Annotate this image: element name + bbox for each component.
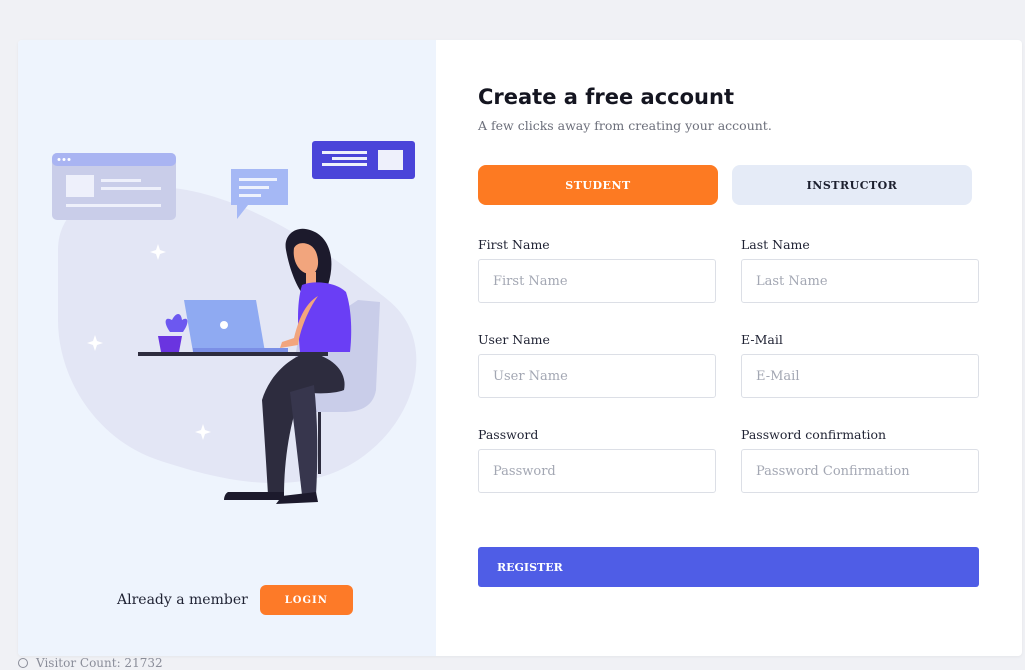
web-window-icon bbox=[52, 153, 176, 220]
password-input[interactable] bbox=[478, 449, 716, 493]
desk bbox=[138, 352, 328, 356]
register-card: Already a member LOGIN Create a free acc… bbox=[18, 40, 1022, 656]
last-name-label: Last Name bbox=[741, 237, 810, 252]
password-confirmation-label: Password confirmation bbox=[741, 427, 887, 442]
register-form: Create a free account A few clicks away … bbox=[436, 40, 1022, 656]
already-member-row: Already a member LOGIN bbox=[117, 585, 353, 615]
email-input[interactable] bbox=[741, 354, 979, 398]
user-name-label: User Name bbox=[478, 332, 550, 347]
email-label: E-Mail bbox=[741, 332, 783, 347]
visitor-count-text: Visitor Count: 21732 bbox=[36, 656, 163, 670]
first-name-input[interactable] bbox=[478, 259, 716, 303]
user-name-input[interactable] bbox=[478, 354, 716, 398]
visitor-count: Visitor Count: 21732 bbox=[18, 656, 163, 670]
message-card-icon bbox=[312, 141, 415, 179]
password-label: Password bbox=[478, 427, 539, 442]
page-title: Create a free account bbox=[478, 85, 734, 109]
register-button[interactable]: REGISTER bbox=[478, 547, 979, 587]
login-button[interactable]: LOGIN bbox=[259, 585, 353, 615]
person-at-laptop-illustration bbox=[52, 141, 417, 504]
password-confirmation-input[interactable] bbox=[741, 449, 979, 493]
student-role-button[interactable]: STUDENT bbox=[478, 165, 718, 205]
first-name-label: First Name bbox=[478, 237, 550, 252]
already-member-text: Already a member bbox=[117, 592, 248, 608]
illustration-panel: Already a member LOGIN bbox=[18, 40, 436, 656]
chat-bubble-icon bbox=[231, 169, 288, 219]
page-subtitle: A few clicks away from creating your acc… bbox=[478, 118, 772, 133]
instructor-role-button[interactable]: INSTRUCTOR bbox=[732, 165, 972, 205]
last-name-input[interactable] bbox=[741, 259, 979, 303]
